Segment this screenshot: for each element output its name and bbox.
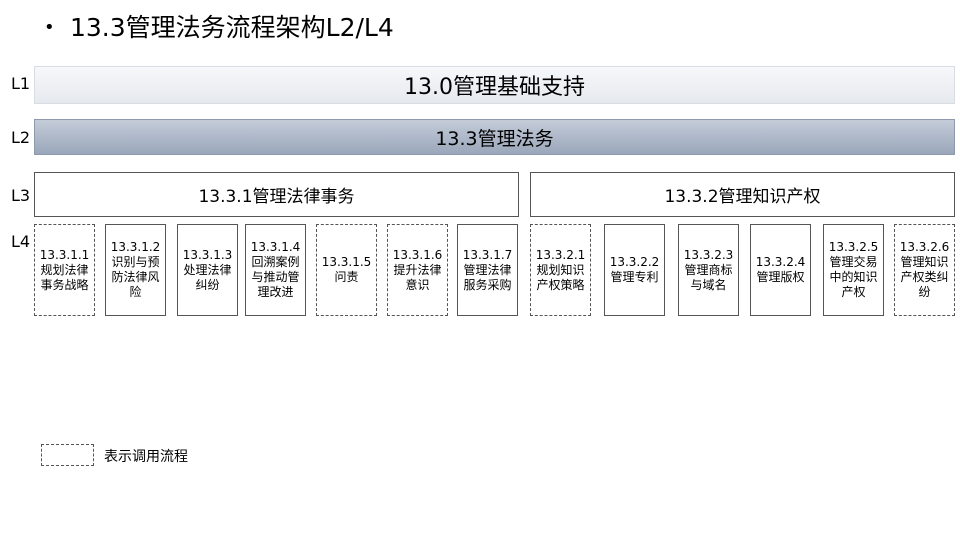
l4-process-box: 13.3.1.5问责: [316, 224, 377, 316]
level-label-l1: L1: [11, 74, 31, 93]
l4-process-box: 13.3.1.1规划法律事务战略: [34, 224, 95, 316]
l4-process-box: 13.3.1.2识别与预防法律风险: [105, 224, 166, 316]
l4-process-box: 13.3.1.7管理法律服务采购: [457, 224, 518, 316]
level-label-l3: L3: [11, 186, 31, 205]
legend-dashed-swatch: [41, 444, 94, 466]
l4-process-box: 13.3.1.4回溯案例与推动管理改进: [245, 224, 306, 316]
legend-text: 表示调用流程: [104, 449, 188, 465]
level-label-l2: L2: [11, 128, 31, 147]
l3-process-ip: 13.3.2管理知识产权: [530, 172, 955, 217]
page-title: • 13.3管理法务流程架构L2/L4: [44, 12, 394, 44]
l4-process-box: 13.3.2.3管理商标与域名: [678, 224, 739, 316]
l1-process-bar: 13.0管理基础支持: [34, 66, 955, 104]
l4-process-box: 13.3.2.6管理知识产权类纠纷: [894, 224, 955, 316]
l4-process-box: 13.3.1.6提升法律意识: [387, 224, 448, 316]
l3-process-legal-affairs: 13.3.1管理法律事务: [34, 172, 519, 217]
l4-process-box: 13.3.2.4管理版权: [750, 224, 811, 316]
l4-process-box: 13.3.1.3处理法律纠纷: [177, 224, 238, 316]
title-bullet: •: [44, 17, 55, 38]
title-text: 13.3管理法务流程架构L2/L4: [70, 13, 394, 42]
l4-process-box: 13.3.2.5管理交易中的知识产权: [823, 224, 884, 316]
level-label-l4: L4: [11, 232, 31, 251]
l4-process-box: 13.3.2.2管理专利: [604, 224, 665, 316]
l4-process-box: 13.3.2.1规划知识产权策略: [530, 224, 591, 316]
l2-process-bar: 13.3管理法务: [34, 119, 955, 155]
